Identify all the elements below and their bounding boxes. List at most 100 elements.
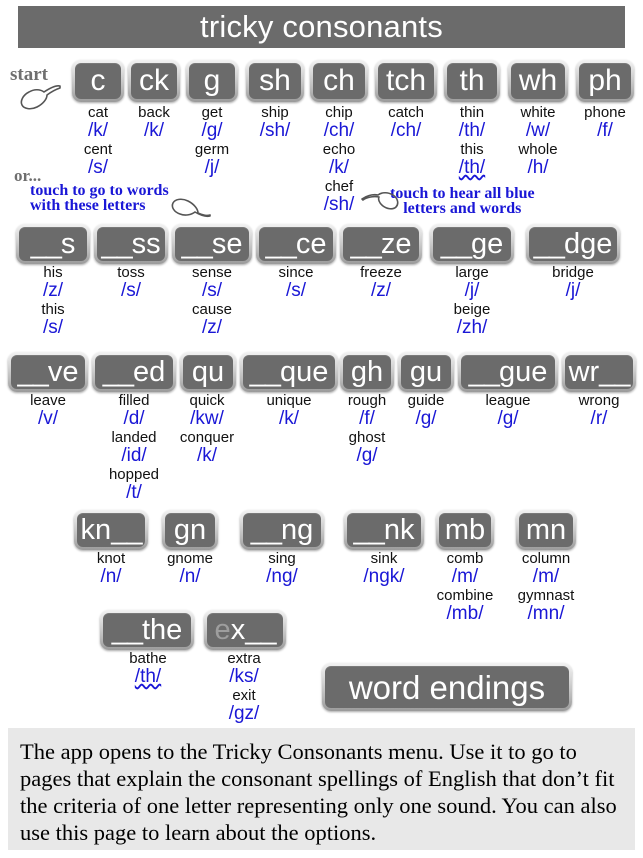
footer-description-text: The app opens to the Tricky Consonants m… — [20, 739, 617, 845]
examples-ch: chip /ch/ echo /k/ chef /sh/ — [303, 104, 375, 215]
word-endings-button[interactable]: word endings — [322, 663, 572, 711]
tile-mb[interactable]: mb — [436, 510, 494, 550]
example-sound[interactable]: /w/ — [502, 121, 574, 141]
row-4: kn __ gn __ ng __ nk mb mn — [0, 510, 643, 552]
example-word: column — [521, 550, 571, 567]
tile-kn[interactable]: kn __ — [74, 510, 148, 550]
example-sound[interactable]: /ch/ — [370, 121, 442, 141]
tile-ch[interactable]: ch — [310, 60, 368, 102]
tile-ss[interactable]: __ ss — [94, 224, 168, 264]
tile-que[interactable]: __ que — [240, 352, 338, 392]
example-sound[interactable]: /v/ — [12, 409, 84, 429]
tile-nk[interactable]: __ nk — [344, 510, 424, 550]
example-word: this — [460, 141, 484, 158]
tile-ss-label: ss — [131, 227, 161, 260]
example-sound[interactable]: /gz/ — [208, 704, 280, 724]
example-sound[interactable]: /m/ — [506, 567, 586, 587]
example-sound[interactable]: /t/ — [93, 483, 175, 503]
example-sound[interactable]: /g/ — [472, 409, 544, 429]
tile-wh[interactable]: wh — [508, 60, 568, 102]
tile-ze[interactable]: __ ze — [340, 224, 422, 264]
example-sound[interactable]: /s/ — [176, 281, 248, 301]
example-sound[interactable]: /th/ — [436, 121, 508, 141]
example-sound[interactable]: /f/ — [569, 121, 641, 141]
tile-ss-lead: __ — [101, 227, 132, 260]
tile-ph[interactable]: ph — [576, 60, 634, 102]
tile-ck[interactable]: ck — [128, 60, 180, 102]
example-word: whole — [518, 141, 558, 158]
example-word: beige — [453, 301, 491, 318]
tile-the[interactable]: __ the — [100, 610, 194, 650]
examples-g: get /g/ germ /j/ — [176, 104, 248, 178]
example-sound[interactable]: /zh/ — [436, 318, 508, 338]
tile-dge-lead: __ — [533, 227, 565, 260]
example-sound[interactable]: /z/ — [176, 318, 248, 338]
example-sound[interactable]: /g/ — [390, 409, 462, 429]
example-sound[interactable]: /z/ — [345, 281, 417, 301]
example-sound[interactable]: /j/ — [537, 281, 609, 301]
example-sound[interactable]: /h/ — [502, 158, 574, 178]
tile-gu[interactable]: gu — [398, 352, 454, 392]
example-sound[interactable]: /n/ — [154, 567, 226, 587]
example-sound[interactable]: /k/ — [303, 158, 375, 178]
example-sound[interactable]: /ks/ — [208, 667, 280, 687]
tile-se[interactable]: __ se — [172, 224, 252, 264]
tile-gh-label: gh — [350, 355, 384, 388]
example-sound[interactable]: /z/ — [17, 281, 89, 301]
example-sound[interactable]: /g/ — [331, 446, 403, 466]
example-word: combine — [436, 587, 494, 604]
tile-ve[interactable]: __ ve — [8, 352, 88, 392]
example-sound[interactable]: /m/ — [425, 567, 505, 587]
example-sound[interactable]: /g/ — [176, 121, 248, 141]
tile-gue[interactable]: __ gue — [458, 352, 558, 392]
examples-sh: ship /sh/ — [239, 104, 311, 141]
tile-ed[interactable]: __ ed — [92, 352, 176, 392]
tile-gh[interactable]: gh — [340, 352, 394, 392]
example-sound[interactable]: /k/ — [165, 446, 249, 466]
example-sound[interactable]: /sh/ — [239, 121, 311, 141]
tile-ng[interactable]: __ ng — [240, 510, 324, 550]
example-sound[interactable]: /s/ — [62, 158, 134, 178]
examples-th: thin /th/ this /th/ — [436, 104, 508, 178]
example-sound[interactable]: /s/ — [260, 281, 332, 301]
example-sound[interactable]: /k/ — [253, 409, 325, 429]
tile-mb-label: mb — [444, 513, 486, 546]
example-sound[interactable]: /id/ — [93, 446, 175, 466]
example-sound[interactable]: /d/ — [93, 409, 175, 429]
hand-pointer-icon-left — [171, 198, 211, 218]
tile-th[interactable]: th — [444, 60, 500, 102]
tile-sh[interactable]: sh — [246, 60, 304, 102]
example-sound[interactable]: /ch/ — [303, 121, 375, 141]
example-sound[interactable]: /ngk/ — [348, 567, 420, 587]
tile-gn[interactable]: gn — [162, 510, 218, 550]
examples-tch: catch /ch/ — [370, 104, 442, 141]
tile-dge[interactable]: __ dge — [526, 224, 620, 264]
example-sound[interactable]: /s/ — [95, 281, 167, 301]
example-sound[interactable]: /j/ — [176, 158, 248, 178]
example-sound[interactable]: /j/ — [436, 281, 508, 301]
tile-wr[interactable]: wr __ — [562, 352, 636, 392]
example-sound[interactable]: /n/ — [75, 567, 147, 587]
example-word: thin — [459, 104, 485, 121]
tile-ex[interactable]: e x __ — [204, 610, 286, 650]
tile-g[interactable]: g — [186, 60, 238, 102]
example-word: quick — [189, 392, 225, 409]
example-sound[interactable]: /r/ — [563, 409, 635, 429]
example-sound[interactable]: /th/ — [112, 667, 184, 687]
word-endings-label: word endings — [348, 668, 546, 706]
tile-c[interactable]: c — [72, 60, 124, 102]
tile-qu[interactable]: qu — [180, 352, 236, 392]
tile-s[interactable]: __ s — [16, 224, 90, 264]
tile-nk-lead: __ — [353, 513, 385, 546]
tile-ge[interactable]: __ ge — [430, 224, 514, 264]
example-sound[interactable]: /kw/ — [165, 409, 249, 429]
example-sound[interactable]: /th/ — [436, 158, 508, 178]
example-word: league — [485, 392, 531, 409]
tile-mn[interactable]: mn — [516, 510, 576, 550]
example-sound[interactable]: /s/ — [17, 318, 89, 338]
tile-tch[interactable]: tch — [375, 60, 437, 102]
tile-ce[interactable]: __ ce — [256, 224, 336, 264]
examples-gu: guide /g/ — [390, 392, 462, 429]
example-sound[interactable]: /ng/ — [246, 567, 318, 587]
example-sound[interactable]: /sh/ — [303, 195, 375, 215]
